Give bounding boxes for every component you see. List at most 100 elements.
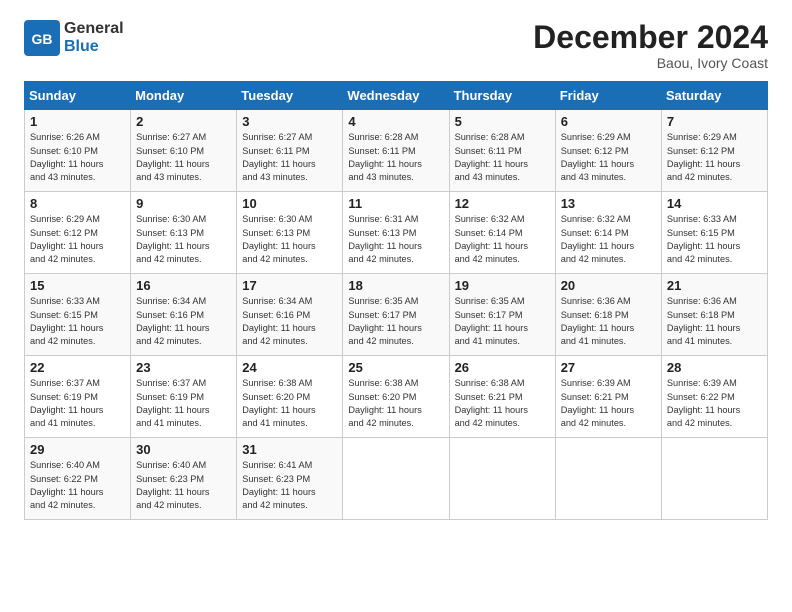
day-number: 13 xyxy=(561,196,656,211)
day-number: 26 xyxy=(455,360,550,375)
weekday-header-wednesday: Wednesday xyxy=(343,82,449,110)
calendar: SundayMondayTuesdayWednesdayThursdayFrid… xyxy=(24,81,768,520)
cell-info: Sunrise: 6:34 AMSunset: 6:16 PMDaylight:… xyxy=(136,295,231,348)
calendar-cell: 2 Sunrise: 6:27 AMSunset: 6:10 PMDaylight… xyxy=(131,110,237,192)
cell-info: Sunrise: 6:28 AMSunset: 6:11 PMDaylight:… xyxy=(455,131,550,184)
day-number: 20 xyxy=(561,278,656,293)
calendar-cell: 7 Sunrise: 6:29 AMSunset: 6:12 PMDaylight… xyxy=(661,110,767,192)
calendar-cell: 1Sunrise: 6:26 AMSunset: 6:10 PMDaylight… xyxy=(25,110,131,192)
cell-info: Sunrise: 6:34 AMSunset: 6:16 PMDaylight:… xyxy=(242,295,337,348)
calendar-cell: 5Sunrise: 6:28 AMSunset: 6:11 PMDaylight… xyxy=(449,110,555,192)
day-number: 1 xyxy=(30,114,125,129)
calendar-cell xyxy=(449,438,555,520)
day-number: 28 xyxy=(667,360,762,375)
day-number: 19 xyxy=(455,278,550,293)
cell-info: Sunrise: 6:29 AMSunset: 6:12 PMDaylight:… xyxy=(561,131,656,184)
calendar-cell xyxy=(555,438,661,520)
calendar-cell: 21 Sunrise: 6:36 AMSunset: 6:18 PMDayligh… xyxy=(661,274,767,356)
calendar-cell: 8 Sunrise: 6:29 AMSunset: 6:12 PMDaylight… xyxy=(25,192,131,274)
calendar-cell: 16 Sunrise: 6:34 AMSunset: 6:16 PMDayligh… xyxy=(131,274,237,356)
day-number: 17 xyxy=(242,278,337,293)
weekday-header-monday: Monday xyxy=(131,82,237,110)
day-number: 9 xyxy=(136,196,231,211)
calendar-cell: 29 Sunrise: 6:40 AMSunset: 6:22 PMDayligh… xyxy=(25,438,131,520)
cell-info: Sunrise: 6:32 AMSunset: 6:14 PMDaylight:… xyxy=(561,213,656,266)
calendar-cell: 26 Sunrise: 6:38 AMSunset: 6:21 PMDayligh… xyxy=(449,356,555,438)
calendar-cell: 17 Sunrise: 6:34 AMSunset: 6:16 PMDayligh… xyxy=(237,274,343,356)
calendar-cell: 24 Sunrise: 6:38 AMSunset: 6:20 PMDayligh… xyxy=(237,356,343,438)
day-number: 30 xyxy=(136,442,231,457)
calendar-cell: 14 Sunrise: 6:33 AMSunset: 6:15 PMDayligh… xyxy=(661,192,767,274)
title-block: December 2024 Baou, Ivory Coast xyxy=(533,20,768,71)
calendar-cell: 11Sunrise: 6:31 AMSunset: 6:13 PMDayligh… xyxy=(343,192,449,274)
cell-info: Sunrise: 6:38 AMSunset: 6:21 PMDaylight:… xyxy=(455,377,550,430)
calendar-cell: 25 Sunrise: 6:38 AMSunset: 6:20 PMDayligh… xyxy=(343,356,449,438)
cell-info: Sunrise: 6:40 AMSunset: 6:23 PMDaylight:… xyxy=(136,459,231,512)
cell-info: Sunrise: 6:38 AMSunset: 6:20 PMDaylight:… xyxy=(242,377,337,430)
day-number: 12 xyxy=(455,196,550,211)
day-number: 25 xyxy=(348,360,443,375)
cell-info: Sunrise: 6:36 AMSunset: 6:18 PMDaylight:… xyxy=(561,295,656,348)
cell-info: Sunrise: 6:35 AMSunset: 6:17 PMDaylight:… xyxy=(348,295,443,348)
weekday-header-sunday: Sunday xyxy=(25,82,131,110)
cell-info: Sunrise: 6:39 AMSunset: 6:22 PMDaylight:… xyxy=(667,377,762,430)
cell-info: Sunrise: 6:38 AMSunset: 6:20 PMDaylight:… xyxy=(348,377,443,430)
calendar-cell: 15 Sunrise: 6:33 AMSunset: 6:15 PMDayligh… xyxy=(25,274,131,356)
cell-info: Sunrise: 6:37 AMSunset: 6:19 PMDaylight:… xyxy=(136,377,231,430)
calendar-cell: 20 Sunrise: 6:36 AMSunset: 6:18 PMDayligh… xyxy=(555,274,661,356)
cell-info: Sunrise: 6:33 AMSunset: 6:15 PMDaylight:… xyxy=(667,213,762,266)
weekday-header-friday: Friday xyxy=(555,82,661,110)
weekday-header-tuesday: Tuesday xyxy=(237,82,343,110)
day-number: 18 xyxy=(348,278,443,293)
cell-info: Sunrise: 6:36 AMSunset: 6:18 PMDaylight:… xyxy=(667,295,762,348)
calendar-cell xyxy=(343,438,449,520)
calendar-cell: 6 Sunrise: 6:29 AMSunset: 6:12 PMDaylight… xyxy=(555,110,661,192)
logo-text-blue: Blue xyxy=(64,38,99,55)
day-number: 14 xyxy=(667,196,762,211)
svg-text:GB: GB xyxy=(32,31,53,47)
calendar-cell: 27Sunrise: 6:39 AMSunset: 6:21 PMDayligh… xyxy=(555,356,661,438)
cell-info: Sunrise: 6:35 AMSunset: 6:17 PMDaylight:… xyxy=(455,295,550,348)
day-number: 7 xyxy=(667,114,762,129)
day-number: 24 xyxy=(242,360,337,375)
day-number: 22 xyxy=(30,360,125,375)
day-number: 8 xyxy=(30,196,125,211)
cell-info: Sunrise: 6:30 AMSunset: 6:13 PMDaylight:… xyxy=(136,213,231,266)
logo-text-general: General xyxy=(64,20,124,37)
cell-info: Sunrise: 6:41 AMSunset: 6:23 PMDaylight:… xyxy=(242,459,337,512)
day-number: 4 xyxy=(348,114,443,129)
calendar-cell: 31 Sunrise: 6:41 AMSunset: 6:23 PMDayligh… xyxy=(237,438,343,520)
cell-info: Sunrise: 6:27 AMSunset: 6:10 PMDaylight:… xyxy=(136,131,231,184)
calendar-cell: 28 Sunrise: 6:39 AMSunset: 6:22 PMDayligh… xyxy=(661,356,767,438)
location: Baou, Ivory Coast xyxy=(533,55,768,71)
calendar-cell: 10Sunrise: 6:30 AMSunset: 6:13 PMDayligh… xyxy=(237,192,343,274)
weekday-header-thursday: Thursday xyxy=(449,82,555,110)
day-number: 23 xyxy=(136,360,231,375)
cell-info: Sunrise: 6:32 AMSunset: 6:14 PMDaylight:… xyxy=(455,213,550,266)
day-number: 6 xyxy=(561,114,656,129)
calendar-cell: 4Sunrise: 6:28 AMSunset: 6:11 PMDaylight… xyxy=(343,110,449,192)
day-number: 29 xyxy=(30,442,125,457)
day-number: 15 xyxy=(30,278,125,293)
day-number: 21 xyxy=(667,278,762,293)
calendar-cell: 12 Sunrise: 6:32 AMSunset: 6:14 PMDayligh… xyxy=(449,192,555,274)
header: GB General Blue December 2024 Baou, Ivor… xyxy=(24,20,768,71)
cell-info: Sunrise: 6:29 AMSunset: 6:12 PMDaylight:… xyxy=(30,213,125,266)
day-number: 2 xyxy=(136,114,231,129)
cell-info: Sunrise: 6:39 AMSunset: 6:21 PMDaylight:… xyxy=(561,377,656,430)
cell-info: Sunrise: 6:29 AMSunset: 6:12 PMDaylight:… xyxy=(667,131,762,184)
calendar-cell: 19 Sunrise: 6:35 AMSunset: 6:17 PMDayligh… xyxy=(449,274,555,356)
cell-info: Sunrise: 6:27 AMSunset: 6:11 PMDaylight:… xyxy=(242,131,337,184)
day-number: 11 xyxy=(348,196,443,211)
calendar-cell: 13 Sunrise: 6:32 AMSunset: 6:14 PMDayligh… xyxy=(555,192,661,274)
day-number: 31 xyxy=(242,442,337,457)
cell-info: Sunrise: 6:40 AMSunset: 6:22 PMDaylight:… xyxy=(30,459,125,512)
page: GB General Blue December 2024 Baou, Ivor… xyxy=(0,0,792,612)
calendar-cell: 9 Sunrise: 6:30 AMSunset: 6:13 PMDaylight… xyxy=(131,192,237,274)
calendar-cell: 30 Sunrise: 6:40 AMSunset: 6:23 PMDayligh… xyxy=(131,438,237,520)
day-number: 16 xyxy=(136,278,231,293)
cell-info: Sunrise: 6:33 AMSunset: 6:15 PMDaylight:… xyxy=(30,295,125,348)
day-number: 3 xyxy=(242,114,337,129)
calendar-cell: 3 Sunrise: 6:27 AMSunset: 6:11 PMDaylight… xyxy=(237,110,343,192)
calendar-cell xyxy=(661,438,767,520)
